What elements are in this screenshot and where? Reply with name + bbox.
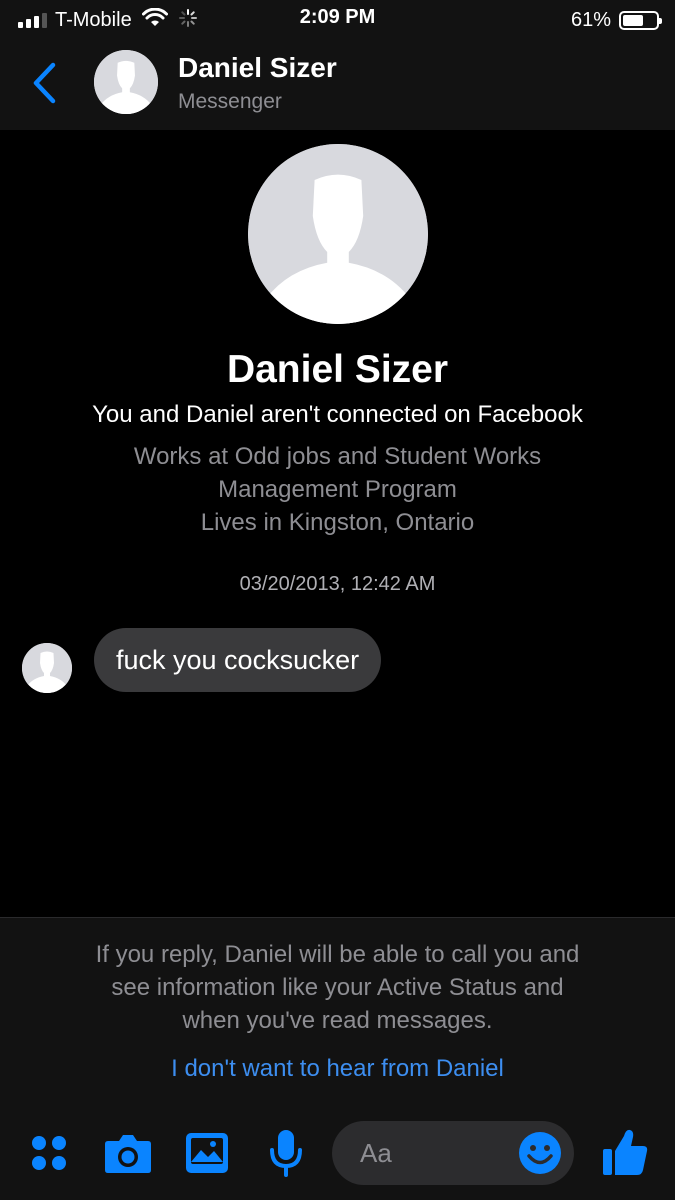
emoji-button[interactable] (518, 1131, 562, 1175)
profile-avatar[interactable] (248, 144, 428, 324)
conversation-header: Daniel Sizer Messenger (0, 40, 675, 130)
profile-detail-line: Lives in Kingston, Ontario (200, 509, 475, 536)
voice-button[interactable] (264, 1127, 308, 1179)
message-input[interactable] (332, 1121, 512, 1185)
back-button[interactable] (22, 58, 66, 108)
profile-detail-line: Management Program (218, 476, 457, 503)
microphone-icon (270, 1130, 302, 1177)
reply-notice-line: see information like your Active Status … (111, 974, 564, 1001)
camera-button[interactable] (103, 1130, 153, 1176)
profile-name: Daniel Sizer (226, 348, 449, 391)
reply-notice: If you reply, Daniel will be able to cal… (40, 938, 635, 1037)
connection-status: You and Daniel aren't connected on Faceb… (92, 401, 583, 428)
profile-detail-line: Works at Odd jobs and Student Works (133, 443, 542, 470)
emoji-icon (519, 1132, 561, 1174)
more-actions-button[interactable] (27, 1131, 71, 1175)
avatar[interactable] (94, 50, 158, 114)
profile-details: Works at Odd jobs and Student Works Mana… (60, 440, 615, 539)
like-button[interactable] (600, 1126, 650, 1178)
thumbs-up-icon (603, 1129, 648, 1175)
message-timestamp: 03/20/2013, 12:42 AM (239, 573, 436, 595)
message-bubble[interactable]: fuck you cocksucker (94, 628, 382, 692)
reply-notice-line: when you've read messages. (182, 1007, 493, 1034)
status-bar: T-Mobile 2:09 PM 61% (0, 0, 675, 40)
photo-button[interactable] (184, 1130, 230, 1176)
more-actions-icon (32, 1136, 66, 1170)
default-profile-icon (94, 50, 158, 114)
battery-icon (619, 10, 662, 30)
battery-fill (623, 14, 643, 26)
status-right: 61% (570, 8, 662, 32)
reply-notice-line: If you reply, Daniel will be able to cal… (95, 941, 580, 968)
contact-name[interactable]: Daniel Sizer (178, 52, 337, 84)
default-profile-icon (22, 643, 72, 693)
ignore-sender-link[interactable]: I don't want to hear from Daniel (0, 1055, 675, 1083)
sender-avatar[interactable] (22, 643, 72, 693)
camera-icon (105, 1135, 151, 1173)
photo-icon (186, 1133, 228, 1173)
chevron-left-icon (33, 62, 56, 104)
default-profile-icon (248, 144, 428, 324)
contact-subtitle: Messenger (178, 90, 282, 113)
message-composer[interactable] (332, 1121, 574, 1185)
battery-percent: 61% (570, 8, 611, 31)
